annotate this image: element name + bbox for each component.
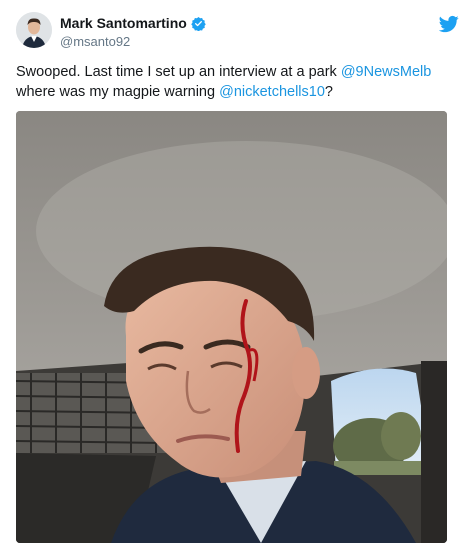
tweet-photo[interactable] <box>16 111 447 543</box>
mention-link-nicketchells10[interactable]: @nicketchells10 <box>219 84 325 100</box>
tweet-card: Mark Santomartino @msanto92 Swooped. Las… <box>0 0 475 553</box>
avatar[interactable] <box>16 12 52 48</box>
tweet-text: Swooped. Last time I set up an interview… <box>16 62 456 102</box>
author-handle[interactable]: @msanto92 <box>60 34 206 49</box>
tweet-text-segment: Swooped. Last time I set up an interview… <box>16 64 341 80</box>
car-window <box>331 368 431 475</box>
tweet-text-segment: ? <box>324 84 333 100</box>
tweet-text-segment: where was my magpie warning <box>16 84 220 100</box>
avatar-portrait <box>16 12 52 48</box>
tweet-header: Mark Santomartino @msanto92 <box>16 12 459 52</box>
selfie-photo <box>16 111 447 543</box>
verified-badge-icon <box>191 16 206 31</box>
display-name-row: Mark Santomartino <box>60 15 206 31</box>
twitter-bird-icon[interactable] <box>439 14 459 34</box>
mention-link-9newsmelb[interactable]: @9NewsMelb <box>341 64 431 80</box>
display-name[interactable]: Mark Santomartino <box>60 15 187 31</box>
author-names: Mark Santomartino @msanto92 <box>60 15 206 49</box>
